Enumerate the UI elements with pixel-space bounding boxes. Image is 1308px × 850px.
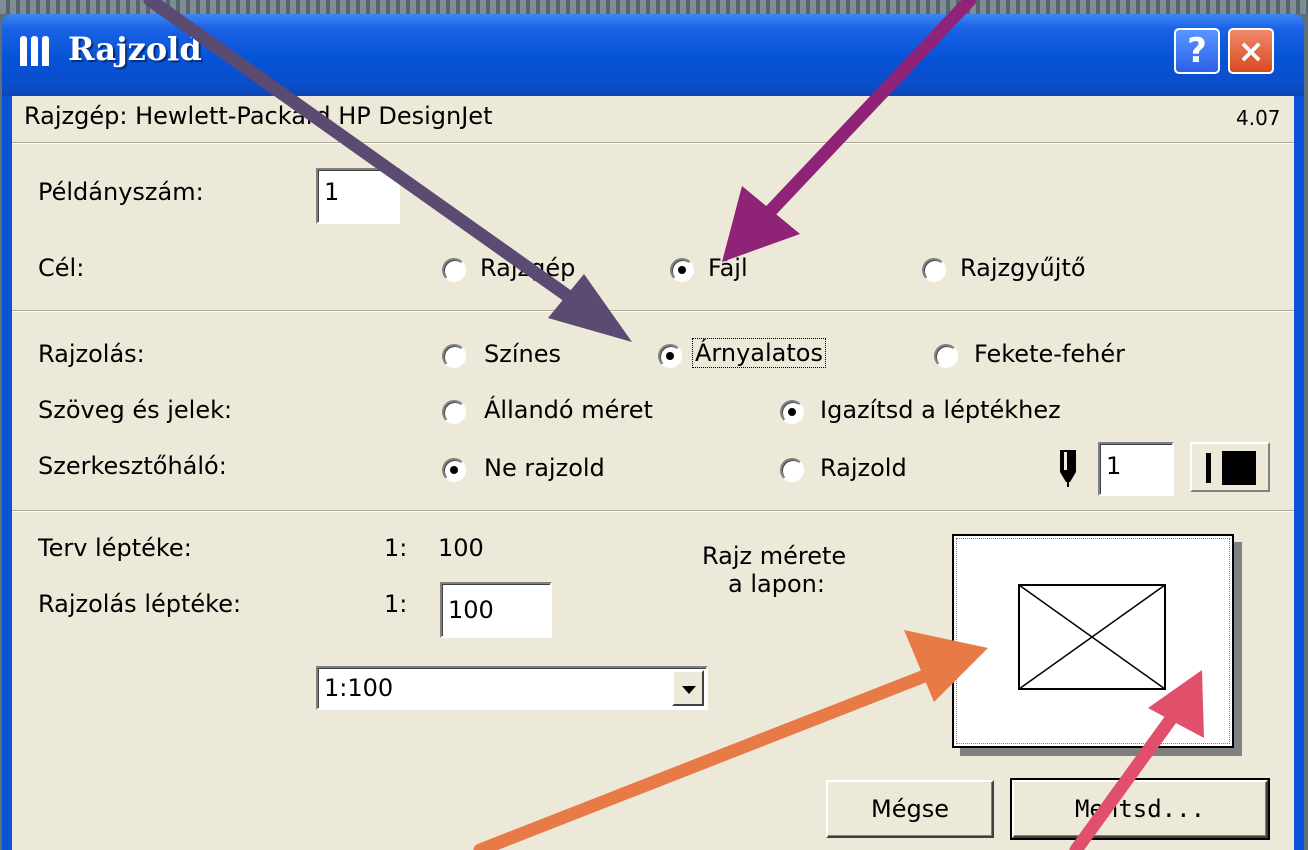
pen-icon xyxy=(1060,450,1076,487)
help-button[interactable]: ? xyxy=(1174,28,1220,74)
plotting-grayscale-radio[interactable] xyxy=(658,344,682,368)
target-plotter-label[interactable]: Rajzgép xyxy=(480,254,575,282)
target-label: Cél: xyxy=(38,254,85,282)
separator xyxy=(12,510,1294,512)
close-button[interactable]: × xyxy=(1228,28,1274,74)
page-preview[interactable] xyxy=(952,534,1234,748)
drawing-size-label-line1: Rajz mérete xyxy=(702,542,847,570)
text-fixed-radio[interactable] xyxy=(442,400,466,424)
separator xyxy=(12,310,1294,312)
text-scale-radio[interactable] xyxy=(780,400,804,424)
grid-off-label[interactable]: Ne rajzold xyxy=(484,454,605,482)
target-collector-radio[interactable] xyxy=(922,258,946,282)
plan-scale-prefix: 1: xyxy=(384,534,408,562)
pen-color-swatch[interactable] xyxy=(1190,442,1270,492)
scale-preset-select[interactable]: 1:100 xyxy=(316,666,708,710)
plot-scale-prefix: 1: xyxy=(384,590,408,618)
grid-on-label[interactable]: Rajzold xyxy=(820,454,907,482)
plot-scale-input[interactable]: 100 xyxy=(440,582,552,638)
scale-preset-value: 1:100 xyxy=(324,674,394,702)
plotting-label: Rajzolás: xyxy=(38,340,145,368)
copies-input[interactable]: 1 xyxy=(316,168,400,224)
text-fixed-label[interactable]: Állandó méret xyxy=(484,396,653,424)
text-scale-label[interactable]: Igazítsd a léptékhez xyxy=(820,396,1061,424)
drawing-size-label-line2: a lapon: xyxy=(728,570,825,598)
dialog-body: Rajzgép: Hewlett-Packard HP DesignJet 4.… xyxy=(12,96,1294,850)
grid-off-radio[interactable] xyxy=(442,458,466,482)
title-bar: Rajzold ? × xyxy=(2,14,1304,96)
window-title: Rajzold xyxy=(68,30,202,68)
target-plotter-radio[interactable] xyxy=(442,258,466,282)
text-marks-label: Szöveg és jelek: xyxy=(38,396,233,424)
dialog-window: Rajzold ? × Rajzgép: Hewlett-Packard HP … xyxy=(2,14,1304,850)
chevron-down-icon[interactable] xyxy=(672,670,704,706)
plan-scale-value: 100 xyxy=(438,534,484,562)
target-file-radio[interactable] xyxy=(670,258,694,282)
drawing-placeholder-icon xyxy=(1018,584,1166,690)
plotter-label: Rajzgép: Hewlett-Packard HP DesignJet xyxy=(24,102,493,130)
save-button[interactable]: Mentsd... xyxy=(1010,778,1270,840)
cancel-button[interactable]: Mégse xyxy=(826,780,994,838)
plotting-color-label[interactable]: Színes xyxy=(484,340,561,368)
app-icon xyxy=(20,36,54,66)
separator xyxy=(12,142,1294,144)
pen-number-input[interactable]: 1 xyxy=(1098,442,1174,496)
target-file-label[interactable]: Fájl xyxy=(708,254,748,282)
grid-label: Szerkesztőháló: xyxy=(38,452,227,480)
copies-label: Példányszám: xyxy=(38,178,204,206)
target-collector-label[interactable]: Rajzgyűjtő xyxy=(960,254,1086,282)
background-strip xyxy=(0,0,1308,14)
plotting-grayscale-label[interactable]: Árnyalatos xyxy=(692,338,826,368)
plan-scale-label: Terv léptéke: xyxy=(38,534,192,562)
plotting-bw-label[interactable]: Fekete-fehér xyxy=(974,340,1125,368)
plotting-color-radio[interactable] xyxy=(442,344,466,368)
grid-on-radio[interactable] xyxy=(780,458,804,482)
plotting-bw-radio[interactable] xyxy=(934,344,958,368)
version-label: 4.07 xyxy=(1236,106,1281,130)
plot-scale-label: Rajzolás léptéke: xyxy=(38,590,242,618)
